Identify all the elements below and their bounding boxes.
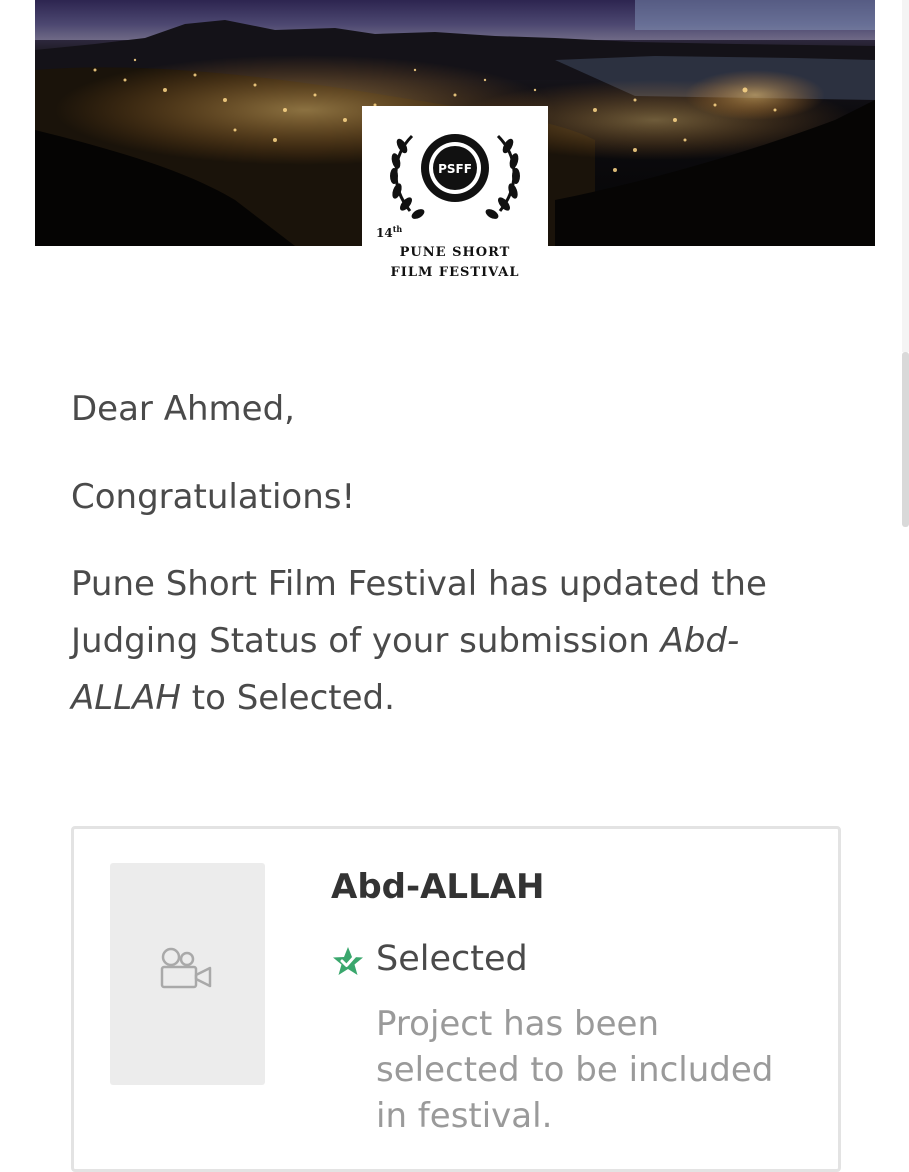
logo-line-1: PUNE SHORT (399, 245, 511, 260)
status-description: Project has been selected to be included… (376, 1004, 774, 1136)
submission-title: Abd-ALLAH (331, 867, 545, 907)
logo-badge-text: PSFF (438, 162, 472, 176)
scroll-track (902, 0, 909, 352)
greeting-text: Dear Ahmed, (71, 389, 295, 429)
video-camera-icon (160, 947, 212, 989)
status-label: Selected (376, 939, 528, 979)
festival-logo: PSFF 14th PUNE SHORT FILM FESTIVAL (362, 106, 548, 286)
scrollbar-thumb[interactable] (902, 352, 909, 527)
message-body: Pune Short Film Festival has updated the… (71, 564, 767, 718)
submission-card[interactable]: Abd-ALLAH Selected Project has been sele… (71, 826, 841, 1172)
logo-line-2: FILM FESTIVAL (390, 265, 520, 280)
logo-edition: 14th (376, 224, 403, 240)
congratulations-text: Congratulations! (71, 477, 356, 517)
star-badge-icon (333, 947, 363, 975)
submission-thumbnail (110, 863, 265, 1085)
